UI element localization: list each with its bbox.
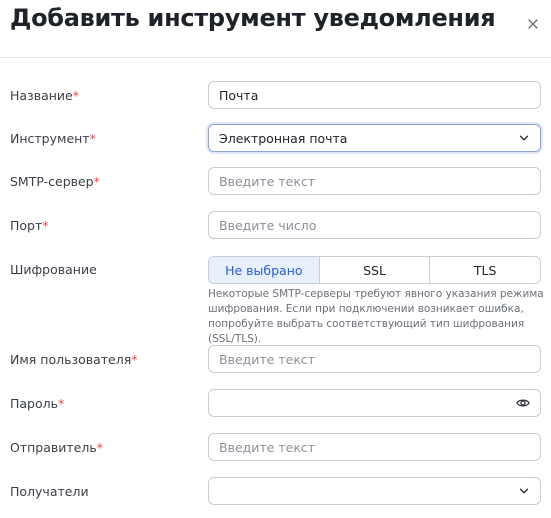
tool-label: Инструмент* [10, 131, 96, 146]
username-field[interactable] [208, 345, 541, 373]
dialog-header: Добавить инструмент уведомления [0, 0, 551, 58]
encryption-hint: Некоторые SMTP-серверы требуют явного ук… [208, 288, 544, 345]
eye-icon[interactable] [516, 397, 530, 409]
password-input[interactable] [219, 395, 530, 411]
password-field[interactable] [208, 389, 541, 417]
close-button[interactable] [521, 12, 545, 36]
tool-select-value: Электронная почта [219, 130, 348, 146]
smtp-server-field[interactable] [208, 167, 541, 195]
name-input[interactable] [219, 87, 530, 103]
encryption-option-ssl[interactable]: SSL [320, 257, 431, 283]
encryption-segmented-control: Не выбрано SSL TLS [208, 256, 541, 284]
recipients-select[interactable] [208, 477, 541, 505]
password-label: Пароль* [10, 396, 65, 411]
dialog-title: Добавить инструмент уведомления [10, 4, 496, 32]
tool-select[interactable]: Электронная почта [208, 124, 541, 152]
username-input[interactable] [219, 351, 530, 367]
name-field[interactable] [208, 81, 541, 109]
encryption-label: Шифрование [10, 262, 97, 277]
port-input[interactable] [219, 217, 530, 233]
sender-label: Отправитель* [10, 440, 103, 455]
port-field[interactable] [208, 211, 541, 239]
smtp-server-input[interactable] [219, 173, 530, 189]
sender-input[interactable] [219, 439, 530, 455]
chevron-down-icon [519, 135, 529, 141]
port-label: Порт* [10, 218, 49, 233]
close-icon [528, 19, 538, 29]
smtp-server-label: SMTP-сервер* [10, 174, 100, 189]
encryption-option-none[interactable]: Не выбрано [209, 257, 320, 283]
encryption-option-tls[interactable]: TLS [430, 257, 540, 283]
recipients-label: Получатели [10, 484, 89, 499]
username-label: Имя пользователя* [10, 352, 138, 367]
sender-field[interactable] [208, 433, 541, 461]
name-label: Название* [10, 88, 79, 103]
chevron-down-icon [519, 488, 529, 494]
